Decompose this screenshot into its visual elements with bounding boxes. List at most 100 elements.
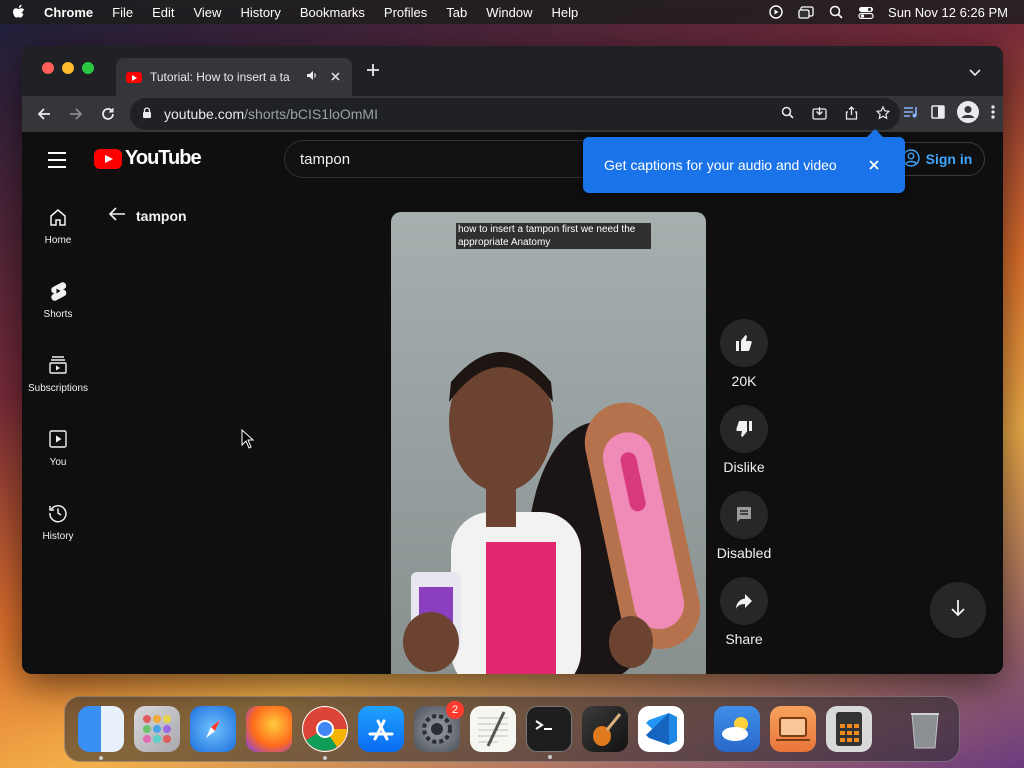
control-center-icon[interactable] [858, 5, 874, 19]
menubar-clock[interactable]: Sun Nov 12 6:26 PM [888, 5, 1008, 20]
media-controls-icon[interactable] [903, 105, 919, 124]
menu-help[interactable]: Help [552, 5, 579, 20]
dislike-button[interactable]: Dislike [716, 405, 772, 475]
youtube-favicon-icon [126, 71, 142, 83]
address-bar[interactable]: youtube.com /shorts/bCIS1loOmMI [130, 98, 900, 130]
bookmark-star-icon[interactable] [875, 105, 891, 123]
shorts-icon [46, 279, 70, 303]
guide-sidebar: Home Shorts Subscriptions You History [22, 188, 94, 558]
guide-item-subscriptions[interactable]: Subscriptions [22, 336, 94, 410]
mouse-cursor-icon [241, 428, 255, 454]
guide-item-you[interactable]: You [22, 410, 94, 484]
guide-item-history[interactable]: History [22, 484, 94, 558]
comments-label: Disabled [716, 545, 772, 561]
youtube-play-logo-icon [94, 148, 122, 169]
tab-close-icon[interactable] [328, 70, 342, 84]
guide-label: Home [44, 234, 72, 246]
zoom-window-button[interactable] [82, 62, 94, 74]
video-caption: how to insert a tampon first we need the… [456, 223, 651, 249]
home-icon [46, 205, 70, 229]
like-button[interactable]: 20K [716, 319, 772, 389]
spotlight-search-icon[interactable] [828, 5, 844, 19]
dock-firefox-icon[interactable] [246, 706, 292, 752]
dock: 2 [64, 696, 960, 762]
dock-textedit-icon[interactable] [470, 706, 516, 752]
guide-label: Shorts [43, 308, 73, 320]
close-window-button[interactable] [42, 62, 54, 74]
screen-mirroring-icon[interactable] [798, 5, 814, 19]
settings-badge: 2 [446, 701, 464, 719]
dislike-label: Dislike [723, 459, 765, 475]
search-term-title: tampon [136, 207, 187, 224]
share-arrow-icon [720, 577, 768, 625]
speaker-icon[interactable] [306, 70, 320, 84]
active-tab[interactable]: Tutorial: How to insert a ta [116, 58, 352, 96]
dock-garageband-icon[interactable] [582, 706, 628, 752]
menu-history[interactable]: History [240, 5, 280, 20]
traffic-lights [42, 62, 94, 74]
menu-bar: Chrome File Edit View History Bookmarks … [0, 0, 1024, 24]
dock-trash-icon[interactable] [902, 706, 948, 752]
apple-icon[interactable] [12, 4, 26, 20]
back-to-search[interactable]: tampon [108, 206, 187, 225]
menu-window[interactable]: Window [486, 5, 532, 20]
menu-profiles[interactable]: Profiles [384, 5, 427, 20]
menu-view[interactable]: View [193, 5, 221, 20]
comment-icon [720, 491, 768, 539]
chrome-menu-icon[interactable] [991, 104, 995, 124]
thumbs-down-icon [720, 405, 768, 453]
back-arrow-icon[interactable] [108, 206, 126, 225]
back-arrow-icon[interactable] [28, 98, 60, 130]
new-tab-button[interactable] [366, 60, 380, 83]
dock-app-store-icon[interactable] [358, 706, 404, 752]
zoom-search-icon[interactable] [781, 106, 794, 122]
next-video-button[interactable] [930, 582, 986, 638]
url-path: /shorts/bCIS1loOmMI [244, 106, 378, 122]
sign-in-label: Sign in [925, 151, 973, 167]
history-icon [46, 501, 70, 525]
share-label: Share [725, 631, 763, 647]
menu-tab[interactable]: Tab [446, 5, 467, 20]
profile-icon[interactable] [957, 100, 979, 128]
dock-calculator-icon[interactable] [826, 706, 872, 752]
like-count: 20K [731, 373, 757, 389]
guide-item-shorts[interactable]: Shorts [22, 262, 94, 336]
shorts-video-player[interactable]: how to insert a tampon first we need the… [391, 212, 706, 674]
dock-chrome-icon[interactable] [302, 706, 348, 760]
minimize-window-button[interactable] [62, 62, 74, 74]
reload-icon[interactable] [92, 98, 124, 130]
comments-button[interactable]: Disabled [716, 491, 772, 561]
play-circle-icon[interactable] [768, 5, 784, 19]
dock-weather-icon[interactable] [714, 706, 760, 752]
dock-launchpad-icon[interactable] [134, 706, 180, 752]
share-button[interactable]: Share [716, 577, 772, 647]
chrome-window: Tutorial: How to insert a ta youtube.com… [22, 46, 1003, 674]
tab-search-chevron-icon[interactable] [969, 64, 981, 82]
captions-tooltip: Get captions for your audio and video [583, 129, 905, 193]
menu-edit[interactable]: Edit [152, 5, 174, 20]
menu-file[interactable]: File [112, 5, 133, 20]
forward-arrow-icon[interactable] [60, 98, 92, 130]
dock-system-settings-icon[interactable]: 2 [414, 701, 464, 752]
hamburger-menu-icon[interactable] [48, 152, 66, 173]
search-input[interactable]: tampon [284, 140, 624, 178]
site-info-icon[interactable] [142, 106, 154, 122]
subscriptions-icon [46, 353, 70, 377]
dock-safari-icon[interactable] [190, 706, 236, 752]
tooltip-close-icon[interactable] [869, 157, 879, 175]
tab-title: Tutorial: How to insert a ta [150, 70, 290, 84]
share-icon[interactable] [845, 105, 858, 123]
dock-terminal-icon[interactable] [526, 706, 572, 759]
menu-app-name[interactable]: Chrome [44, 5, 93, 20]
install-app-icon[interactable] [812, 106, 827, 123]
dock-finder-icon[interactable] [78, 706, 124, 760]
youtube-wordmark: YouTube [125, 147, 202, 169]
side-panel-icon[interactable] [931, 104, 945, 124]
dock-screen-sharing-icon[interactable] [770, 706, 816, 752]
youtube-logo[interactable]: YouTube [94, 147, 202, 170]
menu-bookmarks[interactable]: Bookmarks [300, 5, 365, 20]
youtube-header: YouTube tampon Sign in Get captions for … [22, 129, 1003, 193]
guide-item-home[interactable]: Home [22, 188, 94, 262]
url-host: youtube.com [164, 106, 245, 122]
dock-vscode-icon[interactable] [638, 706, 684, 752]
